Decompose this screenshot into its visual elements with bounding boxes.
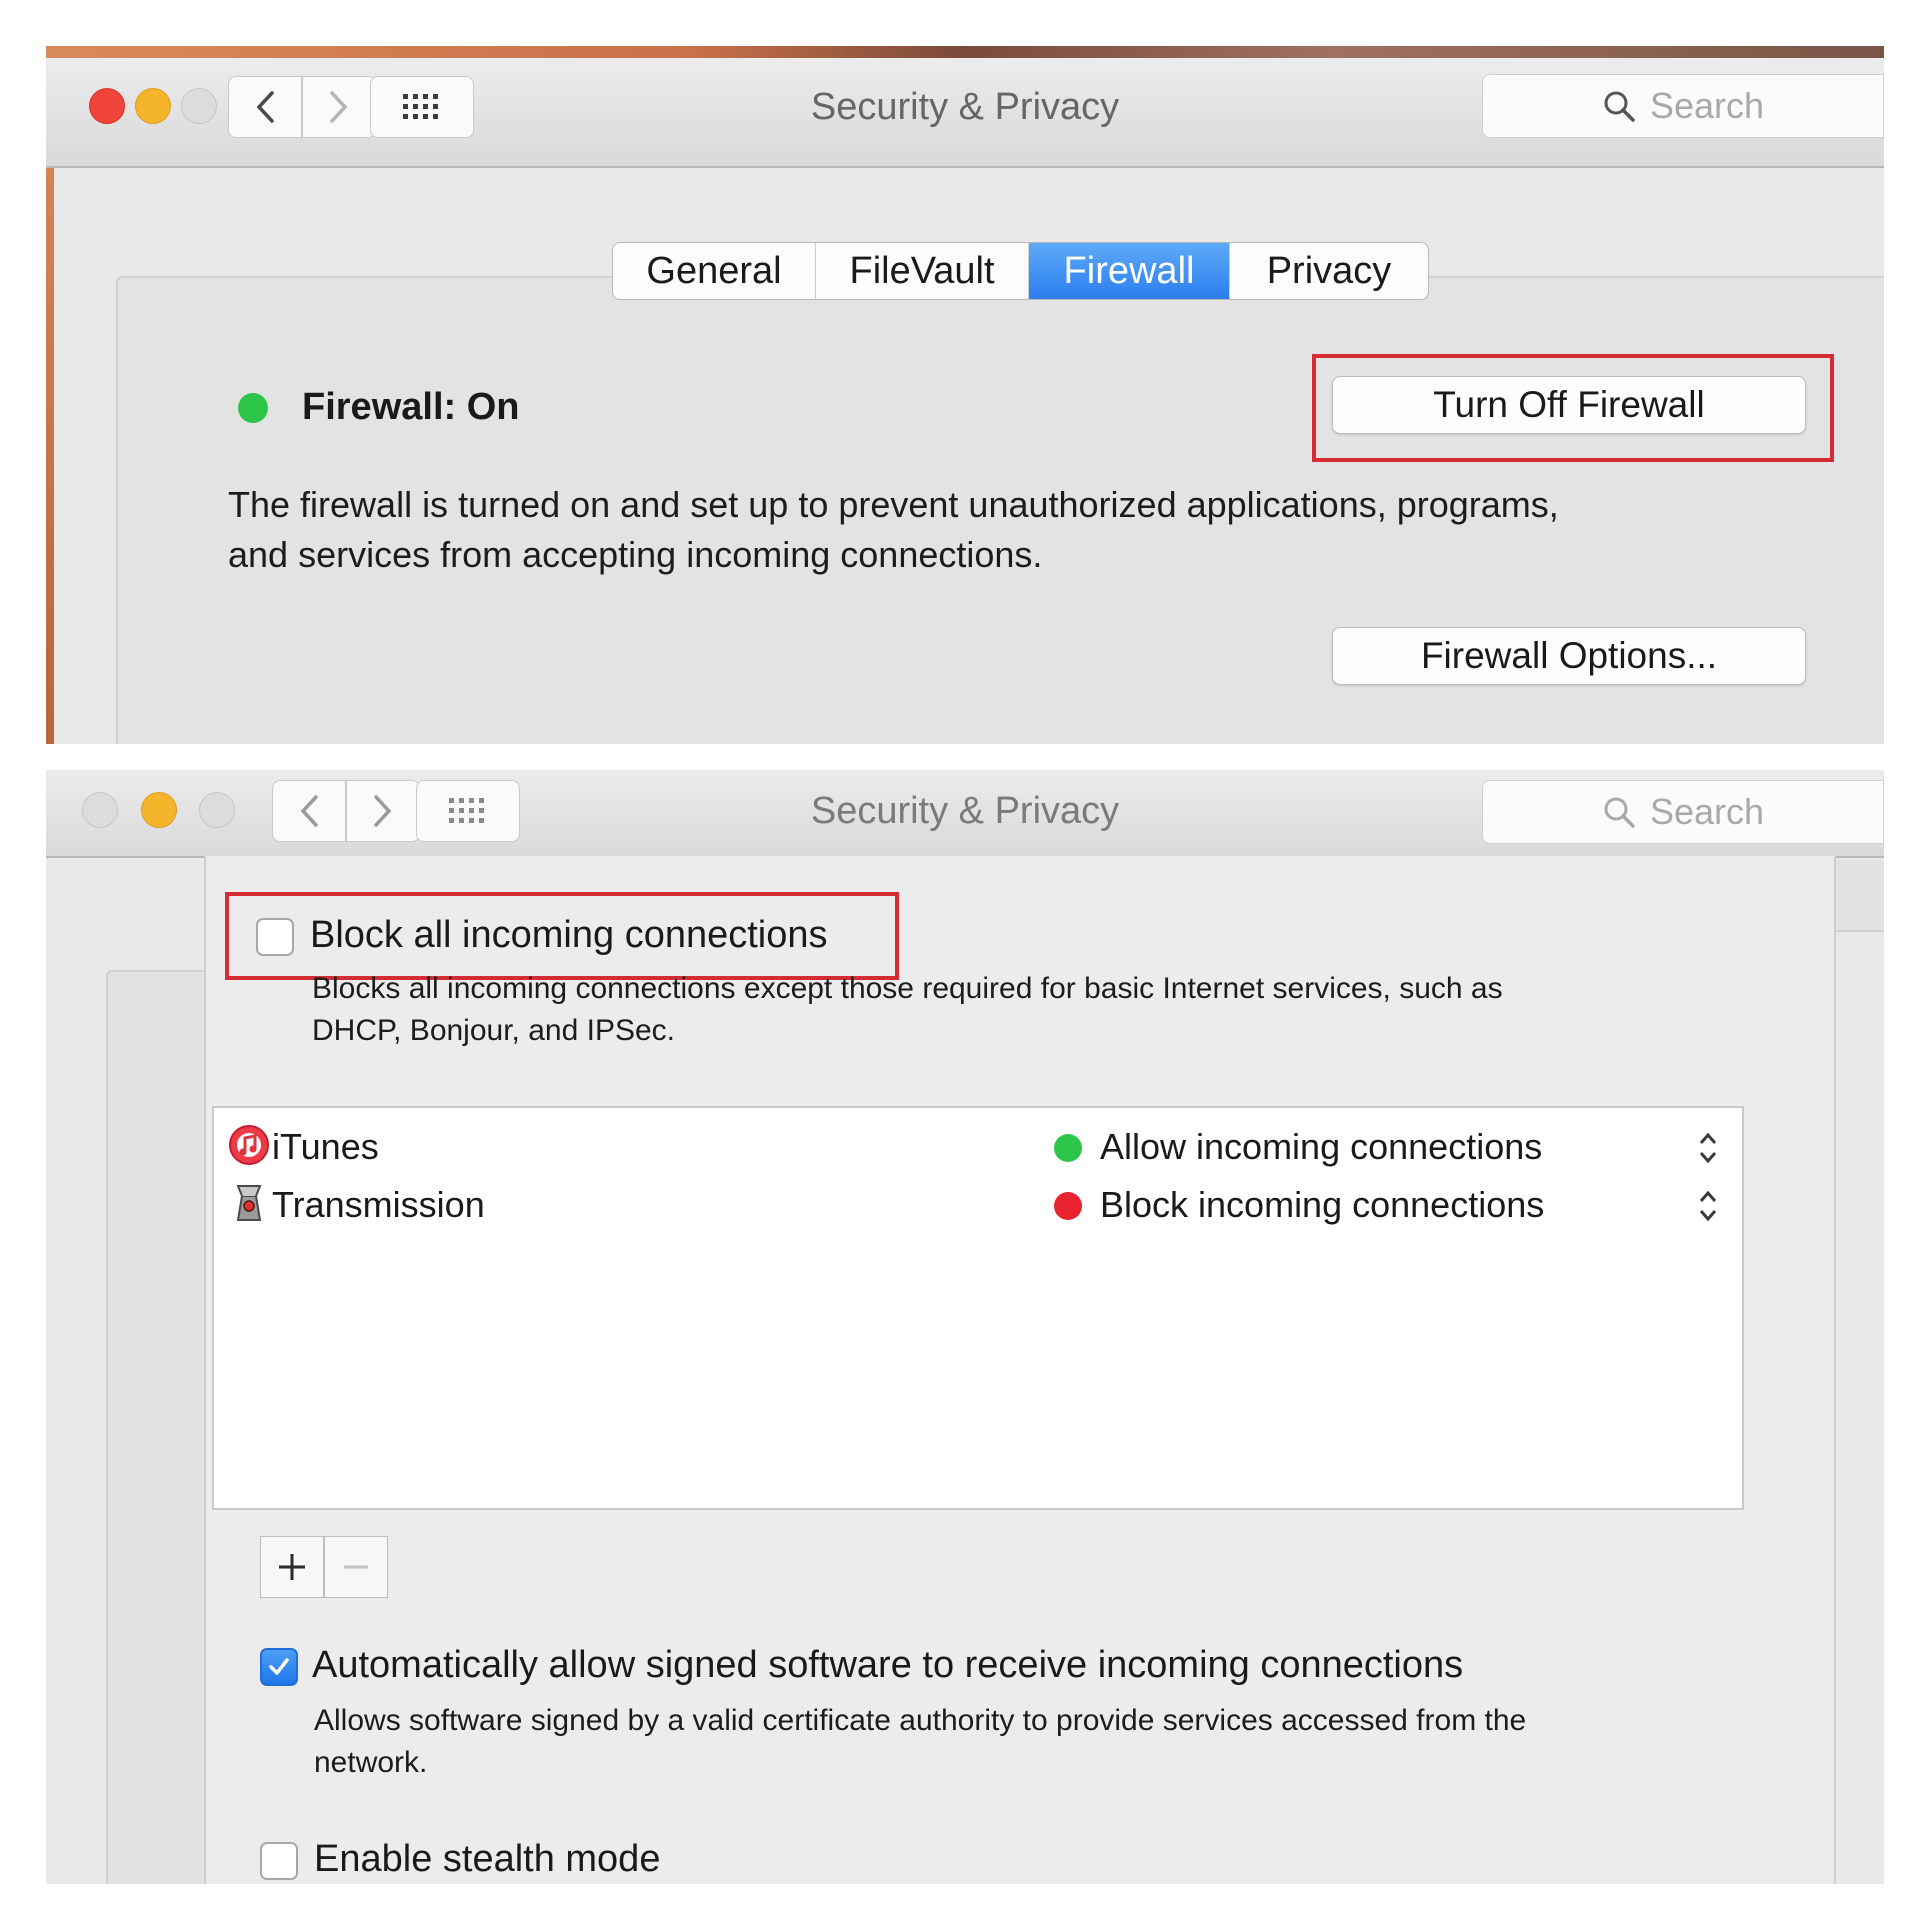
auto-allow-checkbox[interactable] — [260, 1648, 298, 1686]
minus-icon — [344, 1565, 368, 1569]
add-app-button[interactable] — [260, 1536, 324, 1598]
stealth-mode-label: Enable stealth mode — [314, 1838, 661, 1880]
stealth-mode-checkbox[interactable] — [260, 1842, 298, 1880]
list-item[interactable]: Transmission Block incoming connections — [214, 1176, 1742, 1234]
search-field[interactable]: Search — [1482, 780, 1884, 844]
firewall-preferences-window: Security & Privacy Search General FileVa… — [46, 46, 1884, 744]
turn-off-firewall-button[interactable]: Turn Off Firewall — [1332, 376, 1806, 434]
block-all-checkbox[interactable] — [256, 918, 294, 956]
app-name: iTunes — [272, 1126, 379, 1167]
block-all-label: Block all incoming connections — [310, 914, 828, 956]
firewall-status-label: Firewall: On — [302, 386, 520, 428]
block-all-description-line1: Blocks all incoming connections except t… — [312, 972, 1503, 1005]
preferences-tabs: General FileVault Firewall Privacy — [612, 242, 1429, 300]
search-field[interactable]: Search — [1482, 74, 1884, 138]
search-placeholder: Search — [1649, 85, 1765, 126]
auto-allow-description-line1: Allows software signed by a valid certif… — [314, 1704, 1527, 1737]
remove-app-button[interactable] — [324, 1536, 388, 1598]
tab-filevault[interactable]: FileVault — [816, 243, 1029, 299]
block-status-dot — [1054, 1192, 1082, 1220]
transmission-icon — [236, 1185, 262, 1221]
checkmark-icon — [269, 1658, 289, 1675]
app-connection-status[interactable]: Block incoming connections — [1100, 1184, 1544, 1226]
app-connection-status[interactable]: Allow incoming connections — [1100, 1126, 1542, 1168]
tab-general[interactable]: General — [613, 243, 816, 299]
application-list[interactable]: iTunes Allow incoming connections Transm… — [212, 1106, 1744, 1510]
itunes-icon — [229, 1125, 269, 1165]
auto-allow-description-line2: network. — [314, 1746, 428, 1779]
firewall-status-indicator — [238, 393, 268, 423]
window-titlebar: Security & Privacy Search — [46, 58, 1884, 168]
firewall-options-button[interactable]: Firewall Options... — [1332, 627, 1806, 685]
updown-arrows-icon[interactable] — [1696, 1128, 1720, 1168]
firewall-description-line2: and services from accepting incoming con… — [228, 534, 1043, 575]
firewall-description-line1: The firewall is turned on and set up to … — [228, 484, 1559, 525]
auto-allow-label: Automatically allow signed software to r… — [312, 1644, 1464, 1686]
tab-firewall[interactable]: Firewall — [1029, 243, 1230, 299]
tab-privacy[interactable]: Privacy — [1230, 243, 1428, 299]
allow-status-dot — [1054, 1134, 1082, 1162]
block-all-description-line2: DHCP, Bonjour, and IPSec. — [312, 1014, 675, 1047]
background-panel — [106, 970, 210, 1884]
plus-icon — [279, 1554, 305, 1580]
updown-arrows-icon[interactable] — [1696, 1186, 1720, 1226]
app-name: Transmission — [272, 1184, 485, 1225]
window-titlebar: Security & Privacy Search — [46, 770, 1884, 858]
desktop-wallpaper-strip — [46, 46, 1884, 58]
search-placeholder: Search — [1649, 791, 1765, 832]
search-icon — [1604, 91, 1635, 122]
list-item[interactable]: iTunes Allow incoming connections — [214, 1118, 1742, 1176]
search-icon — [1604, 797, 1635, 828]
background-panel-right — [1830, 860, 1884, 932]
